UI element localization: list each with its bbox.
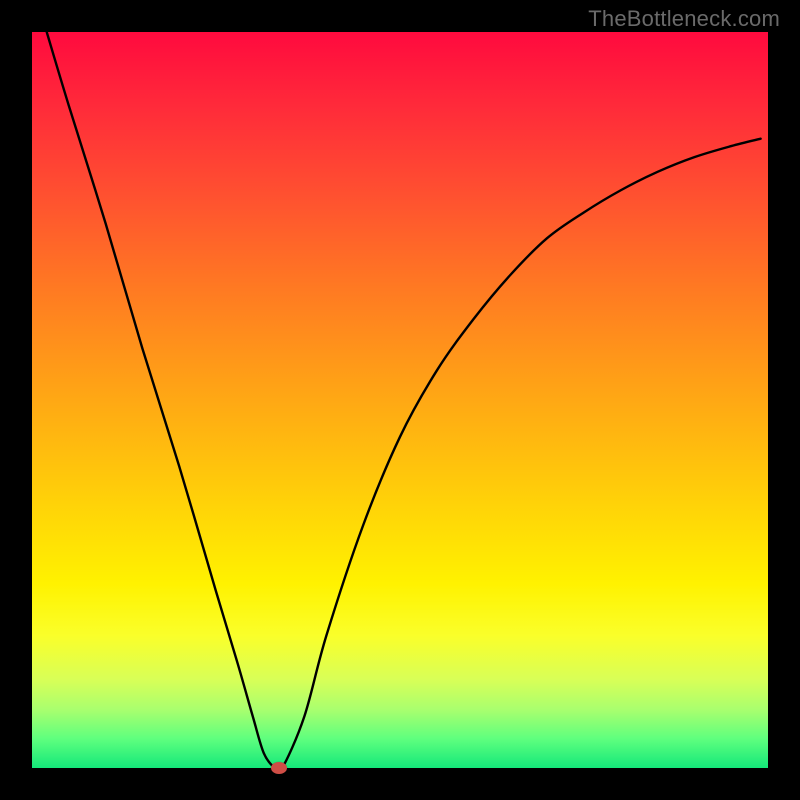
optimum-marker (271, 762, 287, 774)
bottleneck-curve (47, 32, 761, 768)
curve-svg (32, 32, 768, 768)
watermark-text: TheBottleneck.com (588, 6, 780, 32)
plot-area (32, 32, 768, 768)
chart-frame: TheBottleneck.com (0, 0, 800, 800)
